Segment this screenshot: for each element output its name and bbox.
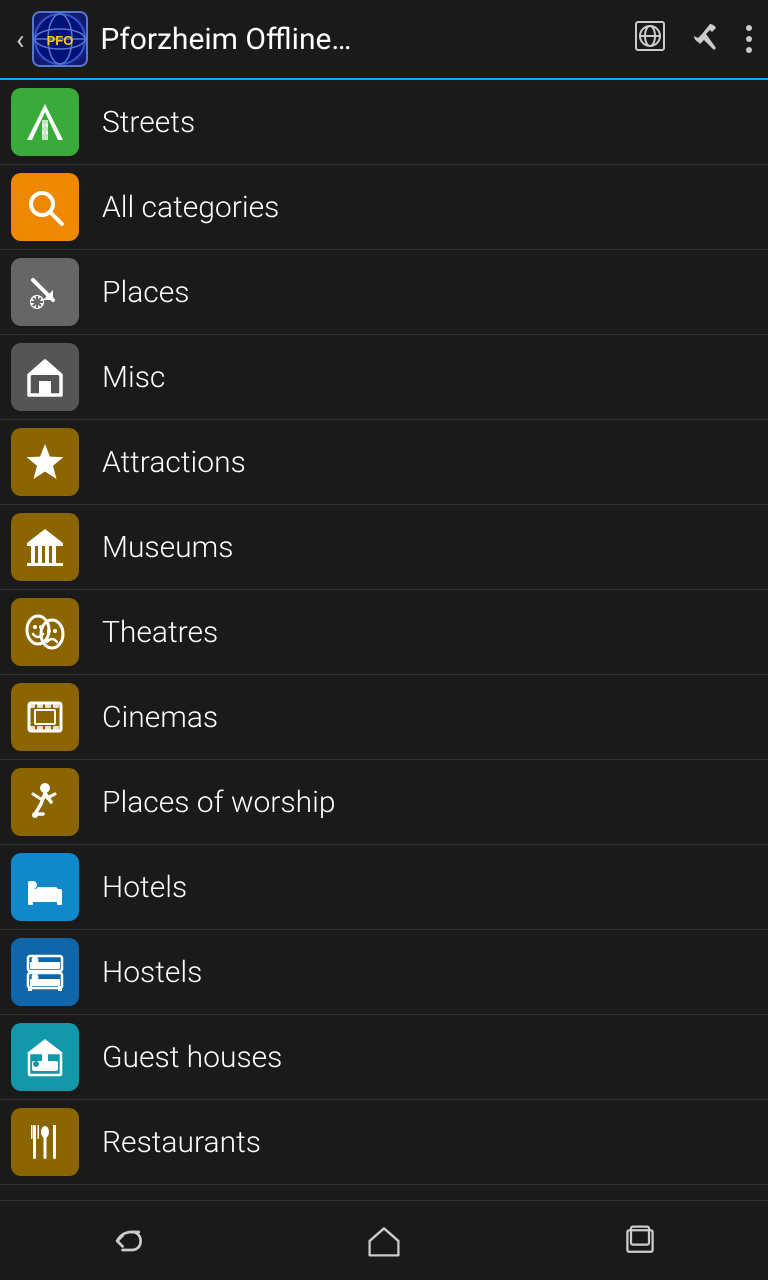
- list-item-restaurants[interactable]: Restaurants: [0, 1100, 768, 1185]
- places-icon-box: [11, 258, 79, 326]
- dot: [746, 25, 752, 31]
- streets-icon-box: [11, 88, 79, 156]
- restaurants-icon: [25, 1122, 65, 1162]
- streets-icon: [25, 102, 65, 142]
- wrench-icon: [690, 20, 722, 52]
- list-item-cinemas[interactable]: Cinemas: [0, 675, 768, 760]
- nav-recents-button[interactable]: [622, 1223, 658, 1259]
- hostels-icon: [25, 952, 65, 992]
- worship-icon: [25, 782, 65, 822]
- app-header: ‹ PFO Pforzheim Offline…: [0, 0, 768, 80]
- list-item-hostels[interactable]: Hostels: [0, 930, 768, 1015]
- hostels-icon-container: [0, 930, 90, 1015]
- hostels-label: Hostels: [90, 955, 202, 990]
- places-icon-container: [0, 250, 90, 335]
- list-item-hotels[interactable]: Hotels: [0, 845, 768, 930]
- guesthouses-icon-container: [0, 1015, 90, 1100]
- header-actions: [634, 20, 752, 59]
- hotels-label: Hotels: [90, 870, 187, 905]
- museum-icon: [25, 527, 65, 567]
- app-logo: PFO: [32, 11, 88, 67]
- nav-home-button[interactable]: [366, 1223, 402, 1259]
- home-icon: [25, 357, 65, 397]
- cinemas-icon-box: [11, 683, 79, 751]
- list-item-all-categories[interactable]: All categories: [0, 165, 768, 250]
- list-item-museums[interactable]: Museums: [0, 505, 768, 590]
- recents-nav-icon: [622, 1223, 658, 1259]
- hostels-icon-box: [11, 938, 79, 1006]
- list-item-attractions[interactable]: Attractions: [0, 420, 768, 505]
- theatre-icon: [25, 612, 65, 652]
- cinemas-icon-container: [0, 675, 90, 760]
- all-categories-label: All categories: [90, 190, 279, 225]
- hotels-icon-container: [0, 845, 90, 930]
- streets-label: Streets: [90, 105, 195, 140]
- dot: [746, 36, 752, 42]
- attractions-label: Attractions: [90, 445, 246, 480]
- theatres-label: Theatres: [90, 615, 218, 650]
- home-nav-icon: [366, 1223, 402, 1259]
- guesthouses-icon: [25, 1037, 65, 1077]
- globe-button[interactable]: [634, 20, 666, 59]
- misc-label: Misc: [90, 360, 165, 395]
- restaurants-label: Restaurants: [90, 1125, 261, 1160]
- list-item-guest-houses[interactable]: Guest houses: [0, 1015, 768, 1100]
- restaurants-icon-container: [0, 1100, 90, 1185]
- guesthouses-icon-box: [11, 1023, 79, 1091]
- list-item-places-of-worship[interactable]: Places of worship: [0, 760, 768, 845]
- worship-label: Places of worship: [90, 785, 335, 820]
- nav-back-button[interactable]: [110, 1223, 146, 1259]
- list-item-streets[interactable]: Streets: [0, 80, 768, 165]
- wrench-button[interactable]: [690, 20, 722, 59]
- misc-icon-box: [11, 343, 79, 411]
- logo-graphic: PFO: [34, 13, 86, 65]
- list-item-theatres[interactable]: Theatres: [0, 590, 768, 675]
- museums-label: Museums: [90, 530, 233, 565]
- category-list: Streets All categories: [0, 80, 768, 1200]
- hotels-icon-box: [11, 853, 79, 921]
- places-icon: [25, 272, 65, 312]
- worship-icon-container: [0, 760, 90, 845]
- dot: [746, 47, 752, 53]
- museums-icon-container: [0, 505, 90, 590]
- search-icon: [25, 187, 65, 227]
- svg-text:PFO: PFO: [47, 33, 74, 48]
- cinema-icon: [25, 697, 65, 737]
- theatres-icon-box: [11, 598, 79, 666]
- misc-icon-container: [0, 335, 90, 420]
- star-icon: [25, 442, 65, 482]
- places-label: Places: [90, 275, 189, 310]
- hotels-icon: [25, 867, 65, 907]
- all-categories-icon-box: [11, 173, 79, 241]
- back-nav-icon: [110, 1223, 146, 1259]
- attractions-icon-box: [11, 428, 79, 496]
- worship-icon-box: [11, 768, 79, 836]
- list-item-places[interactable]: Places: [0, 250, 768, 335]
- guesthouses-label: Guest houses: [90, 1040, 282, 1075]
- app-title: Pforzheim Offline…: [100, 22, 634, 57]
- museums-icon-box: [11, 513, 79, 581]
- restaurants-icon-box: [11, 1108, 79, 1176]
- theatres-icon-container: [0, 590, 90, 675]
- streets-icon-container: [0, 80, 90, 165]
- back-button[interactable]: ‹: [16, 23, 24, 56]
- cinemas-label: Cinemas: [90, 700, 218, 735]
- attractions-icon-container: [0, 420, 90, 505]
- bottom-navigation: [0, 1200, 768, 1280]
- more-menu-button[interactable]: [746, 25, 752, 53]
- all-categories-icon-container: [0, 165, 90, 250]
- list-item-misc[interactable]: Misc: [0, 335, 768, 420]
- globe-icon: [634, 20, 666, 52]
